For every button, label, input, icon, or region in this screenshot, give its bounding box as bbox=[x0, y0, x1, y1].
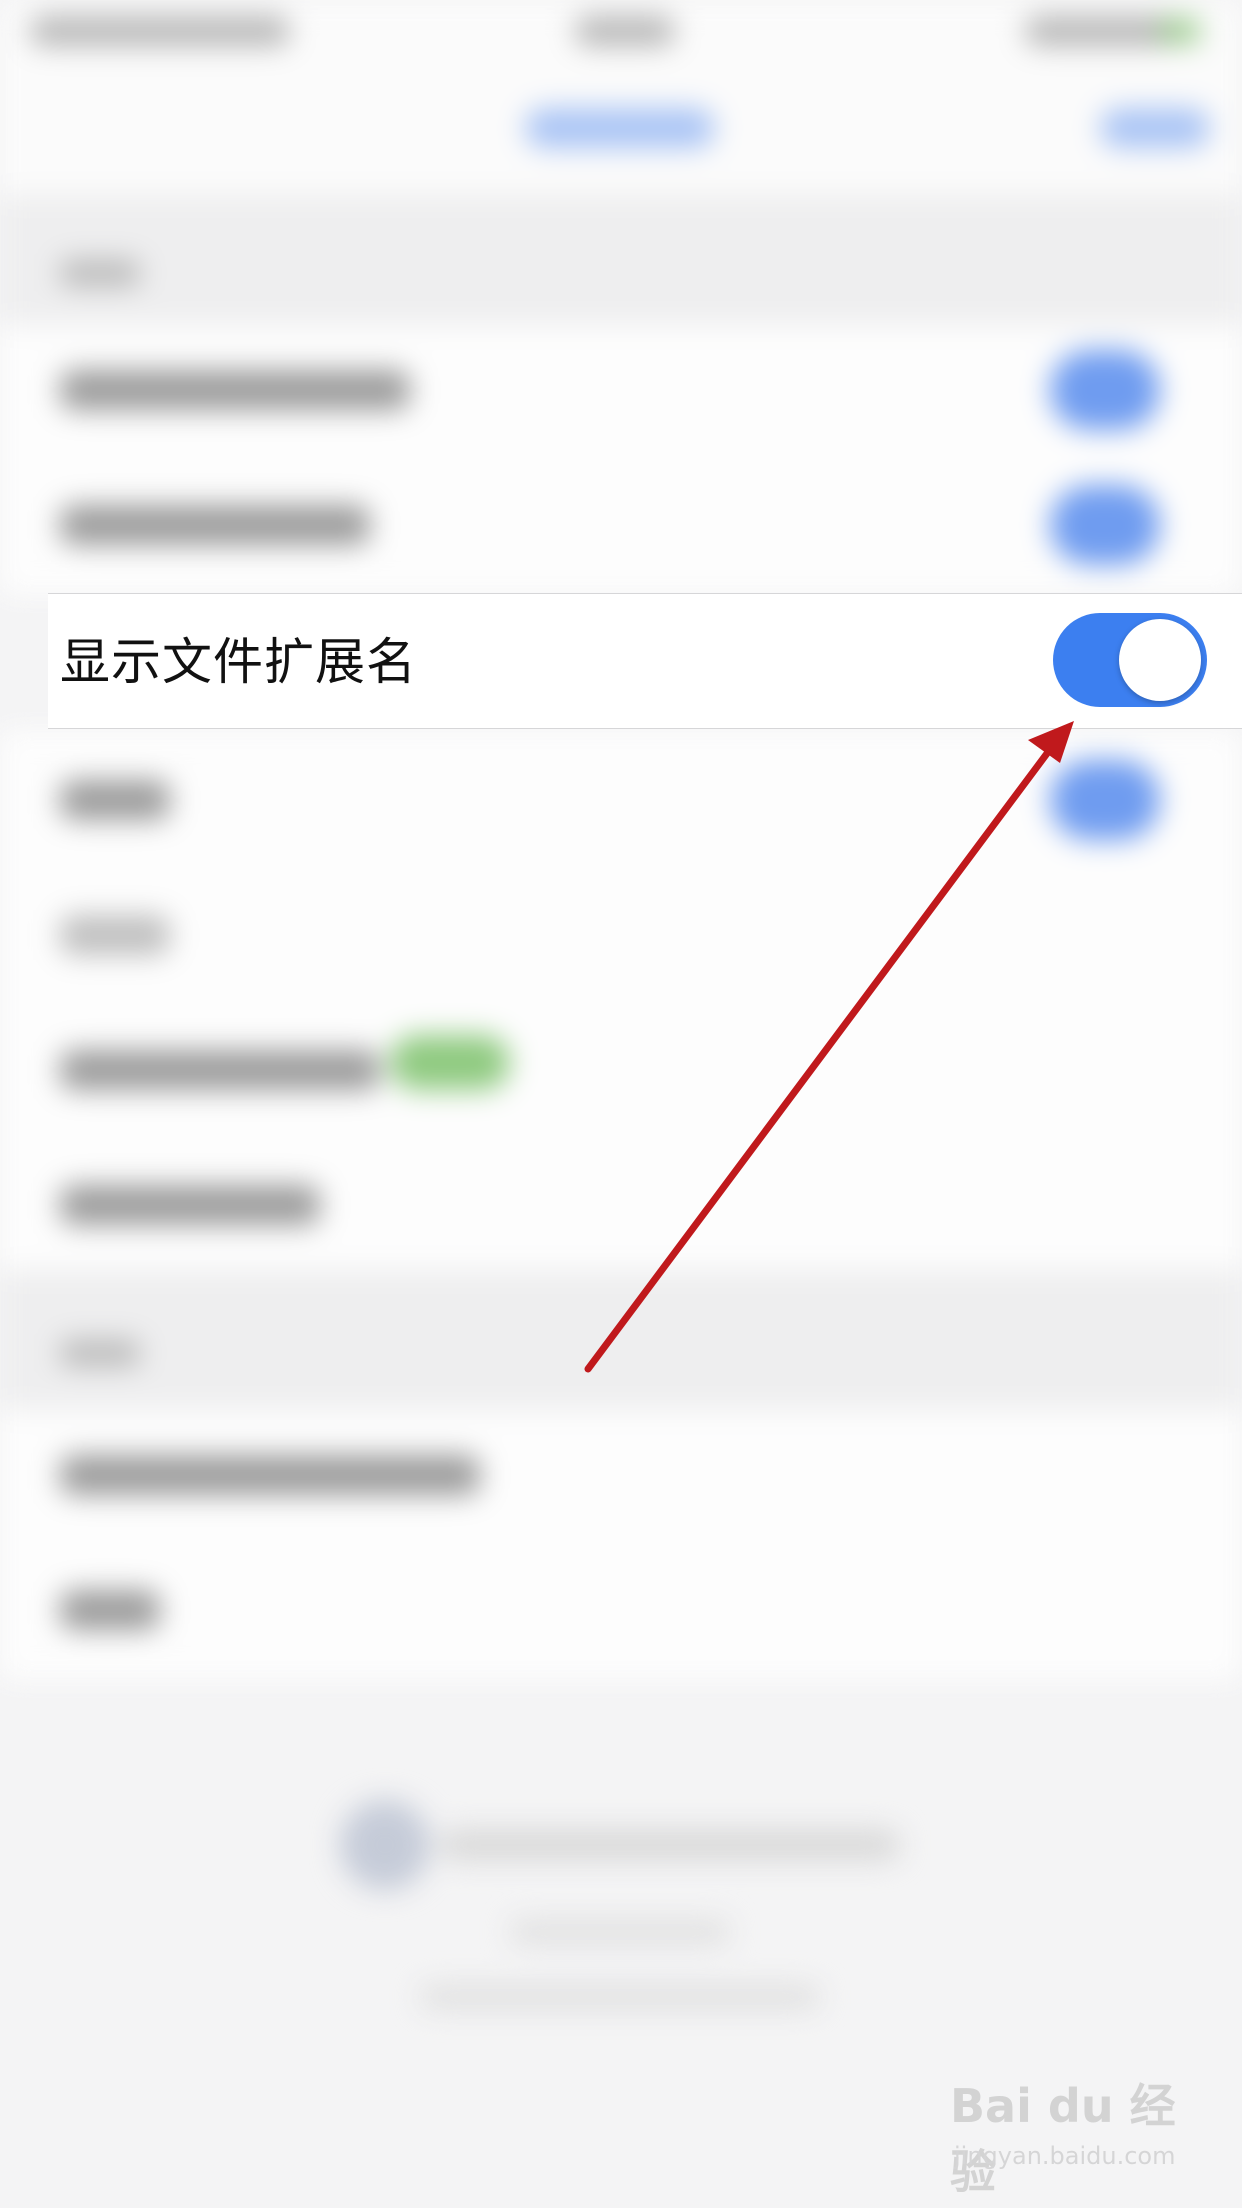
settings-row-label bbox=[60, 915, 170, 955]
battery-icon bbox=[1160, 18, 1200, 44]
footer-text bbox=[420, 1985, 820, 2009]
footer-text bbox=[440, 1830, 900, 1860]
nav-title bbox=[525, 108, 715, 148]
settings-row-label bbox=[60, 1590, 160, 1630]
settings-row-show-file-extension[interactable]: 显示文件扩展名 bbox=[48, 593, 1242, 729]
nav-right-button[interactable] bbox=[1100, 108, 1210, 148]
toggle-switch[interactable] bbox=[1050, 760, 1160, 840]
watermark-logo: Bai du 经验 bbox=[950, 2079, 1176, 2199]
status-bar-time bbox=[575, 16, 675, 46]
section-header bbox=[60, 260, 140, 286]
toggle-switch[interactable] bbox=[1050, 350, 1160, 430]
settings-row-label bbox=[60, 370, 410, 410]
toggle-switch[interactable] bbox=[1050, 485, 1160, 565]
app-icon bbox=[340, 1800, 430, 1890]
status-badge bbox=[390, 1035, 510, 1090]
section-header bbox=[60, 1340, 140, 1366]
footer-text bbox=[510, 1920, 730, 1944]
settings-row-label bbox=[60, 505, 370, 545]
status-bar-left bbox=[30, 16, 290, 46]
settings-row-label bbox=[60, 780, 170, 820]
status-bar-right bbox=[1025, 16, 1175, 46]
watermark-url: jingyan.baidu.com bbox=[954, 2142, 1176, 2170]
settings-row-label bbox=[60, 1455, 480, 1495]
show-file-extension-toggle[interactable] bbox=[1053, 613, 1207, 707]
section-gap bbox=[0, 1270, 1242, 1410]
baidu-jingyan-watermark: Bai du 经验 jingyan.baidu.com bbox=[950, 2070, 1190, 2200]
settings-group bbox=[0, 1410, 1242, 1680]
blurred-background bbox=[0, 0, 1242, 2208]
toggle-knob bbox=[1119, 619, 1201, 701]
settings-row-label: 显示文件扩展名 bbox=[60, 633, 417, 691]
settings-row-label bbox=[60, 1050, 380, 1090]
screenshot-page: 显示文件扩展名 Bai du 经验 jingyan.baidu.com bbox=[0, 0, 1242, 2208]
settings-group bbox=[0, 325, 1242, 595]
settings-row-label bbox=[60, 1185, 320, 1225]
section-gap bbox=[0, 195, 1242, 325]
